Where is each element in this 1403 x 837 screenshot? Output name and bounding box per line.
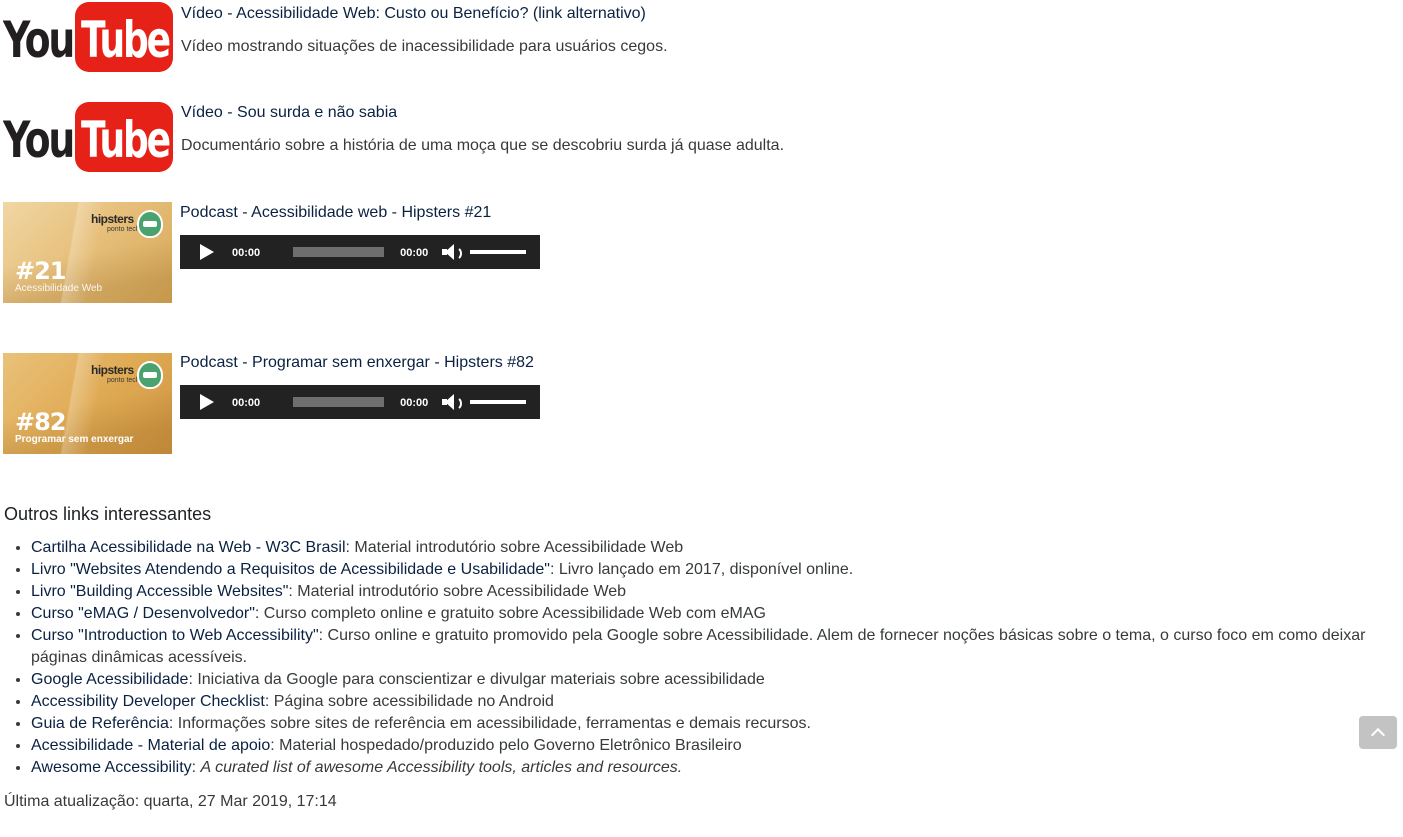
section-heading: Outros links interessantes bbox=[4, 504, 212, 524]
progress-bar[interactable] bbox=[293, 247, 385, 257]
media-text: Vídeo - Sou surda e não sabia Documentár… bbox=[181, 100, 784, 156]
youtube-logo-you: You bbox=[3, 111, 73, 169]
volume-slider[interactable] bbox=[470, 250, 527, 254]
media-text: Vídeo - Acessibilidade Web: Custo ou Ben… bbox=[181, 0, 668, 57]
video-title-link[interactable]: Vídeo - Sou surda e não sabia bbox=[181, 103, 784, 123]
current-time: 00:00 bbox=[232, 397, 261, 409]
podcast-episode-subtitle: Programar sem enxergar bbox=[15, 434, 134, 445]
podcast-brand-sub: ponto tech bbox=[107, 226, 140, 233]
youtube-logo-you: You bbox=[3, 11, 73, 69]
resource-link[interactable]: Livro "Websites Atendendo a Requisitos d… bbox=[31, 561, 550, 578]
podcast-thumbnail: hipsters ponto tech #82 Programar sem en… bbox=[3, 353, 172, 454]
media-text: Podcast - Acessibilidade web - Hipsters … bbox=[180, 202, 540, 269]
resource-description: : Página sobre acessibilidade no Android bbox=[264, 693, 554, 710]
current-time: 00:00 bbox=[232, 247, 261, 259]
progress-bar[interactable] bbox=[293, 397, 385, 407]
resource-link[interactable]: Accessibility Developer Checklist bbox=[31, 693, 265, 710]
play-icon[interactable] bbox=[200, 244, 214, 260]
hipsters-mascot-icon bbox=[137, 210, 163, 238]
media-item-video-2: You Tube Vídeo - Sou surda e não sabia D… bbox=[3, 100, 784, 172]
chevron-up-icon bbox=[1370, 727, 1386, 743]
resource-link[interactable]: Guia de Referência bbox=[31, 715, 169, 732]
video-description: Documentário sobre a história de uma moç… bbox=[181, 137, 785, 154]
hipsters-mascot-icon bbox=[137, 361, 163, 389]
media-item-video-1: You Tube Vídeo - Acessibilidade Web: Cus… bbox=[3, 0, 668, 72]
volume-icon[interactable] bbox=[442, 393, 463, 411]
resource-description: : Material hospedado/produzido pelo Gove… bbox=[270, 737, 742, 754]
resource-description: : Material introdutório sobre Acessibili… bbox=[345, 539, 684, 556]
resource-link[interactable]: Awesome Accessibility bbox=[31, 759, 192, 776]
resource-link[interactable]: Google Acessibilidade bbox=[31, 671, 188, 688]
list-item: Cartilha Acessibilidade na Web - W3C Bra… bbox=[31, 537, 1394, 559]
podcast-episode-subtitle: Acessibilidade Web bbox=[15, 283, 103, 294]
volume-slider[interactable] bbox=[470, 400, 527, 404]
podcast-title-link[interactable]: Podcast - Programar sem enxergar - Hipst… bbox=[180, 353, 540, 373]
video-thumbnail-link[interactable]: You Tube bbox=[3, 100, 173, 172]
resource-description: : Curso completo online e gratuito sobre… bbox=[254, 605, 766, 622]
last-updated: Última atualização: quarta, 27 Mar 2019,… bbox=[4, 793, 337, 810]
resource-description: : bbox=[191, 759, 201, 776]
youtube-logo-icon: You Tube bbox=[3, 2, 173, 72]
podcast-episode-number: #82 bbox=[15, 408, 67, 436]
youtube-logo-tube: Tube bbox=[81, 11, 170, 69]
links-list: Cartilha Acessibilidade na Web - W3C Bra… bbox=[4, 537, 1394, 779]
podcast-title-link[interactable]: Podcast - Acessibilidade web - Hipsters … bbox=[180, 203, 540, 223]
podcast-brand: hipsters bbox=[91, 363, 134, 377]
video-thumbnail-link[interactable]: You Tube bbox=[3, 0, 173, 72]
list-item: Curso "eMAG / Desenvolvedor": Curso comp… bbox=[31, 603, 1394, 625]
duration: 00:00 bbox=[400, 397, 429, 409]
list-item: Accessibility Developer Checklist: Págin… bbox=[31, 691, 1394, 713]
list-item: Livro "Websites Atendendo a Requisitos d… bbox=[31, 559, 1394, 581]
resource-link[interactable]: Curso "eMAG / Desenvolvedor" bbox=[31, 605, 255, 622]
back-to-top-button[interactable] bbox=[1359, 716, 1397, 749]
resource-link[interactable]: Livro "Building Accessible Websites" bbox=[31, 583, 288, 600]
list-item: Guia de Referência: Informações sobre si… bbox=[31, 713, 1394, 735]
list-item: Livro "Building Accessible Websites": Ma… bbox=[31, 581, 1394, 603]
resource-description: : Iniciativa da Google para conscientiza… bbox=[188, 671, 765, 688]
duration: 00:00 bbox=[400, 247, 429, 259]
resource-link[interactable]: Curso "Introduction to Web Accessibility… bbox=[31, 627, 319, 644]
resource-description-italic: A curated list of awesome Accessibility … bbox=[200, 759, 683, 776]
youtube-logo-tube: Tube bbox=[81, 111, 170, 169]
podcast-brand-sub: ponto tech bbox=[107, 377, 140, 384]
list-item: Curso "Introduction to Web Accessibility… bbox=[31, 625, 1394, 669]
podcast-episode-number: #21 bbox=[15, 257, 67, 285]
list-item: Google Acessibilidade: Iniciativa da Goo… bbox=[31, 669, 1394, 691]
youtube-logo-icon: You Tube bbox=[3, 102, 173, 172]
resource-description: : Material introdutório sobre Acessibili… bbox=[288, 583, 627, 600]
audio-player: 00:00 00:00 bbox=[180, 385, 540, 419]
video-title-link[interactable]: Vídeo - Acessibilidade Web: Custo ou Ben… bbox=[181, 4, 668, 24]
list-item: Acessibilidade - Material de apoio: Mate… bbox=[31, 735, 1394, 757]
audio-player: 00:00 00:00 bbox=[180, 235, 540, 269]
resource-description: : Informações sobre sites de referência … bbox=[168, 715, 811, 732]
video-description: Vídeo mostrando situações de inacessibil… bbox=[181, 38, 668, 55]
podcast-thumbnail: hipsters ponto tech #21 Acessibilidade W… bbox=[3, 202, 172, 303]
resource-link[interactable]: Cartilha Acessibilidade na Web - W3C Bra… bbox=[31, 539, 346, 556]
media-item-podcast-2: hipsters ponto tech #82 Programar sem en… bbox=[3, 353, 540, 454]
list-item: Awesome Accessibility: A curated list of… bbox=[31, 757, 1394, 779]
play-icon[interactable] bbox=[200, 394, 214, 410]
resource-link[interactable]: Acessibilidade - Material de apoio bbox=[31, 737, 270, 754]
media-text: Podcast - Programar sem enxergar - Hipst… bbox=[180, 353, 540, 419]
resource-description: : Livro lançado em 2017, disponível onli… bbox=[549, 561, 854, 578]
media-item-podcast-1: hipsters ponto tech #21 Acessibilidade W… bbox=[3, 202, 540, 303]
volume-icon[interactable] bbox=[442, 243, 463, 261]
podcast-brand: hipsters bbox=[91, 212, 134, 226]
